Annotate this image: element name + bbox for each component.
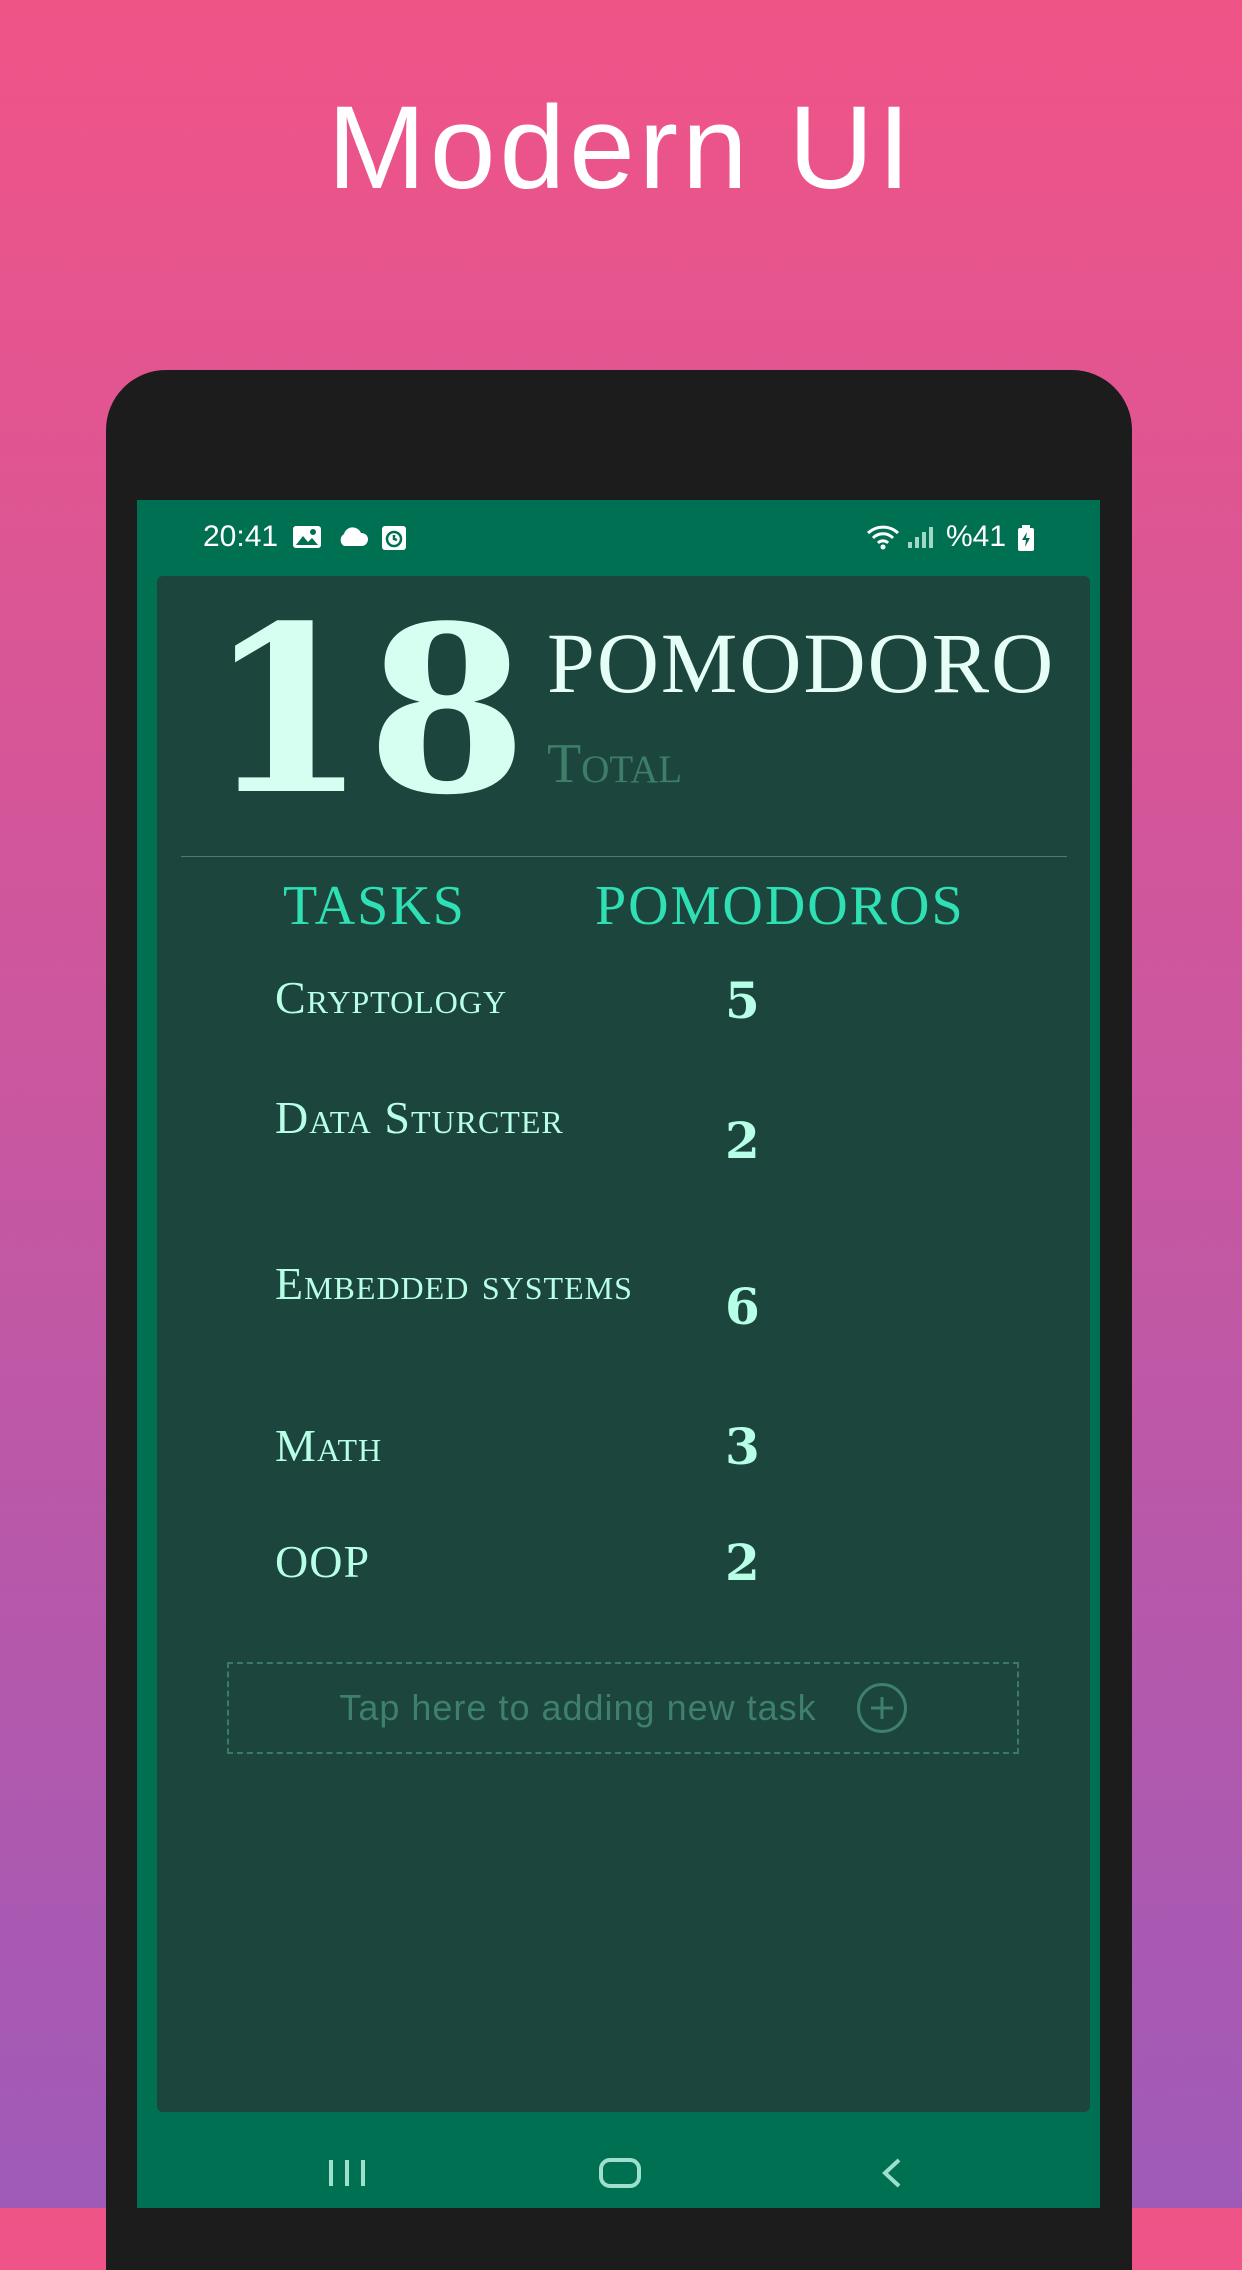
tasks-column-header: TASKS [283, 875, 466, 937]
battery-charging-icon [1016, 524, 1046, 551]
alarm-icon [380, 524, 410, 550]
summary-title: POMODORO [547, 615, 1056, 711]
task-name[interactable]: Math [275, 1422, 655, 1470]
task-count: 5 [725, 971, 760, 1030]
task-count: 2 [725, 1111, 760, 1170]
add-task-label: Tap here to adding new task [339, 1687, 817, 1728]
phone-screen: 20:41 %41 18 POMODORO Total TASKS POMODO… [137, 500, 1100, 2208]
pomodoro-card: 18 POMODORO Total TASKS POMODOROS Crypto… [157, 576, 1090, 2112]
signal-icon [906, 524, 936, 550]
navigation-bar [137, 2130, 1100, 2208]
add-circle-icon [856, 1683, 907, 1733]
divider [181, 856, 1067, 857]
summary-subtitle: Total [547, 733, 683, 795]
task-name[interactable]: OOP [275, 1538, 655, 1586]
status-left: 20:41 [203, 520, 410, 554]
promo-title: Modern UI [327, 82, 915, 214]
total-pomodoro-count: 18 [207, 576, 528, 846]
status-time: 20:41 [203, 520, 279, 553]
task-name[interactable]: Embedded systems [275, 1260, 655, 1308]
cloud-icon [336, 524, 369, 550]
status-bar: 20:41 %41 [137, 500, 1100, 576]
back-icon[interactable] [875, 2156, 909, 2194]
status-right: %41 [866, 520, 1046, 554]
task-count: 3 [725, 1417, 760, 1476]
phone-top [106, 370, 1132, 480]
task-count: 6 [725, 1277, 760, 1336]
recents-icon[interactable] [325, 2156, 369, 2194]
task-count: 2 [725, 1533, 760, 1592]
battery-percent: %41 [945, 520, 1006, 553]
add-task-button[interactable]: Tap here to adding new task [227, 1662, 1019, 1754]
task-name[interactable]: Cryptology [275, 974, 655, 1022]
pomodoros-column-header: POMODOROS [595, 875, 965, 937]
home-icon[interactable] [597, 2156, 643, 2194]
image-icon [292, 524, 322, 550]
wifi-icon [866, 524, 899, 550]
task-name[interactable]: Data Sturcter [275, 1094, 655, 1142]
